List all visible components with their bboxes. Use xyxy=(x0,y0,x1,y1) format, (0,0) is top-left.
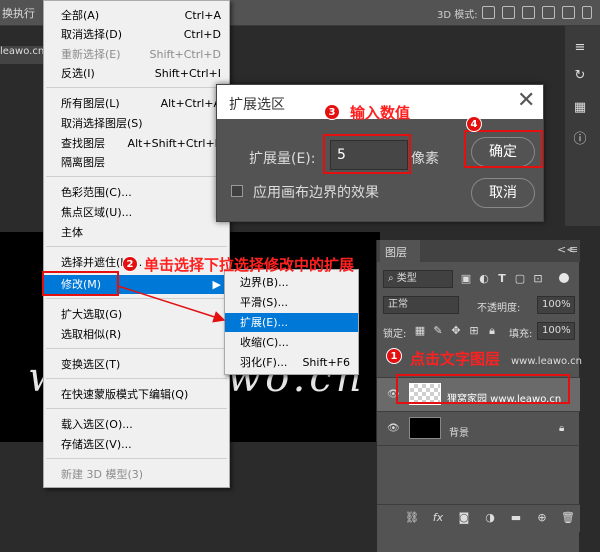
annotation-arrow xyxy=(117,285,226,323)
